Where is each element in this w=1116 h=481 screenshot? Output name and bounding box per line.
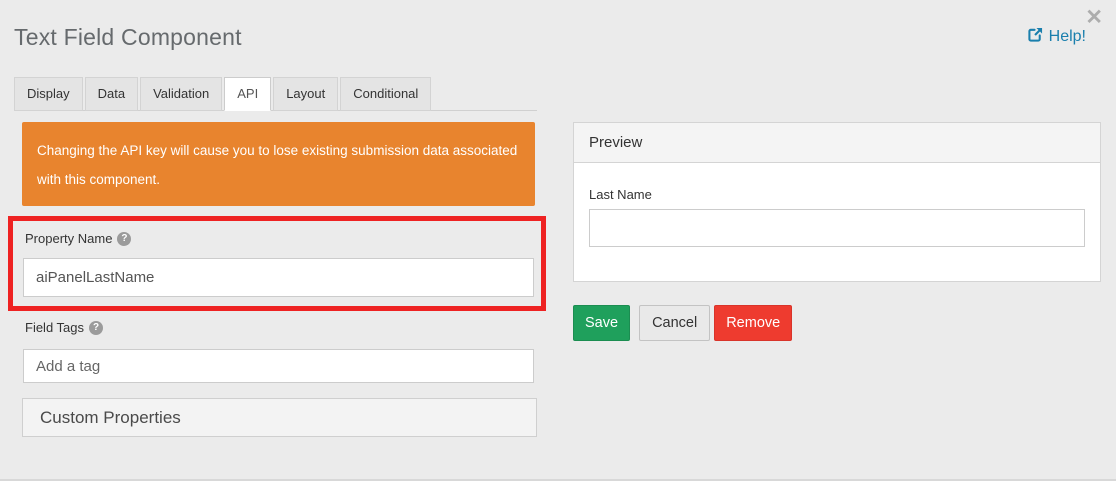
tab-layout[interactable]: Layout (273, 77, 338, 111)
save-button[interactable]: Save (573, 305, 630, 341)
question-circle-icon[interactable]: ? (89, 321, 103, 335)
tab-display[interactable]: Display (14, 77, 83, 111)
preview-panel-body: Last Name (574, 163, 1100, 247)
tab-conditional[interactable]: Conditional (340, 77, 431, 111)
preview-panel: Preview Last Name (573, 122, 1101, 282)
api-key-warning-alert: Changing the API key will cause you to l… (22, 122, 535, 206)
tab-data[interactable]: Data (85, 77, 138, 111)
tab-bar: Display Data Validation API Layout Condi… (14, 77, 537, 111)
property-name-label-text: Property Name (25, 231, 112, 246)
property-name-label: Property Name ? (25, 231, 131, 246)
tab-validation[interactable]: Validation (140, 77, 222, 111)
help-link[interactable]: Help! (1028, 27, 1086, 47)
page-title: Text Field Component (14, 24, 242, 51)
property-name-input[interactable] (23, 258, 534, 297)
action-button-row: Save Cancel Remove (573, 305, 792, 341)
help-link-label: Help! (1049, 28, 1086, 46)
field-tags-input[interactable] (23, 349, 534, 383)
preview-last-name-input[interactable] (589, 209, 1085, 247)
external-link-icon (1028, 27, 1043, 47)
text-field-component-dialog: ✕ Help! Text Field Component Display Dat… (0, 0, 1116, 481)
field-tags-label-text: Field Tags (25, 320, 84, 335)
cancel-button[interactable]: Cancel (639, 305, 710, 341)
question-circle-icon[interactable]: ? (117, 232, 131, 246)
tab-api[interactable]: API (224, 77, 271, 111)
preview-panel-title: Preview (574, 123, 1100, 163)
field-tags-label: Field Tags ? (25, 320, 103, 335)
preview-field-label: Last Name (589, 187, 1085, 202)
remove-button[interactable]: Remove (714, 305, 792, 341)
custom-properties-panel-header[interactable]: Custom Properties (22, 398, 537, 437)
